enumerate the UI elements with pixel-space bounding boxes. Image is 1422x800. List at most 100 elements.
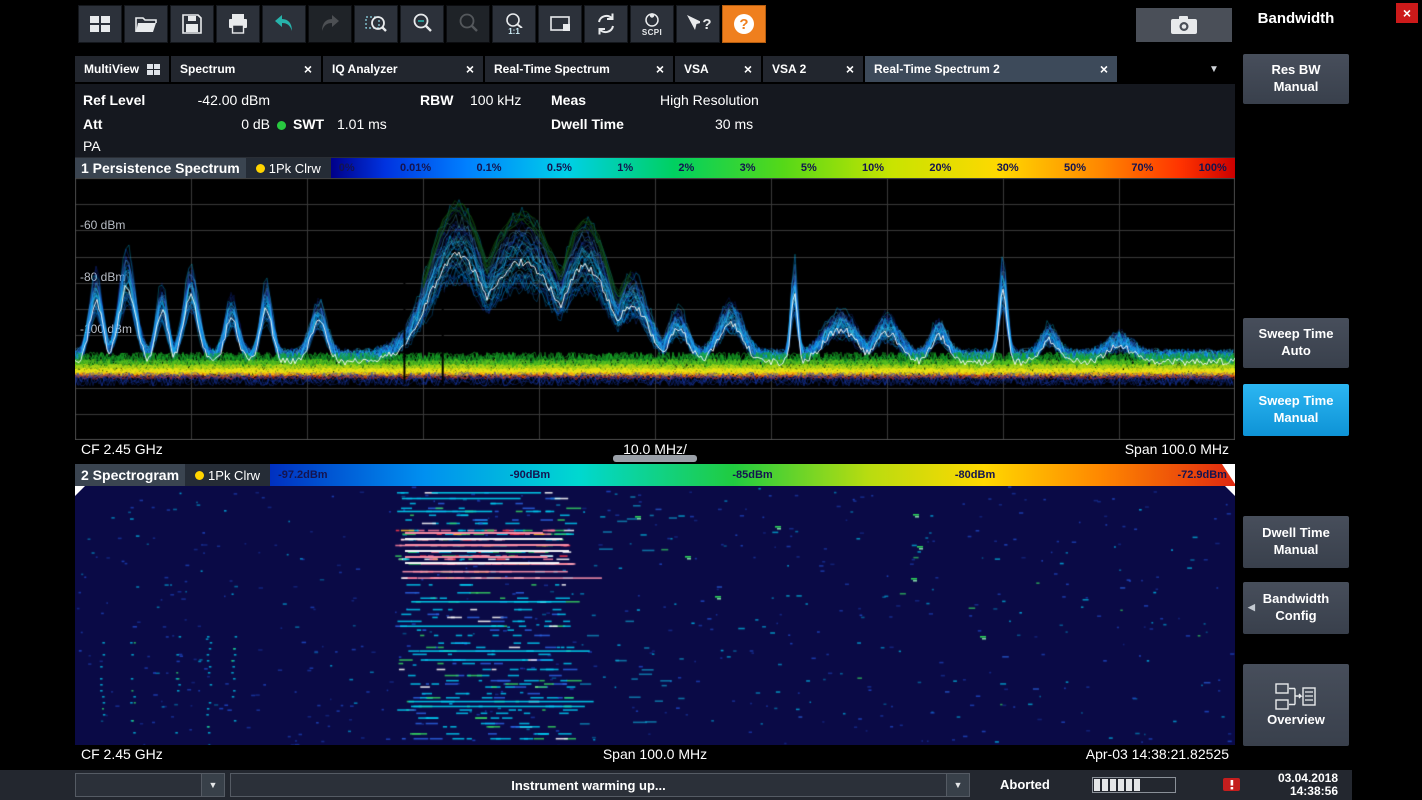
tab-close-icon[interactable]: × (460, 61, 474, 77)
overview-flow-icon (1274, 682, 1318, 712)
swt-label: SWT (293, 116, 324, 132)
att-label: Att (83, 116, 102, 132)
status-message-dropdown[interactable]: Instrument warming up... ▼ (230, 773, 970, 797)
tab-close-icon[interactable]: × (840, 61, 854, 77)
refresh-icon (593, 11, 619, 37)
scale-label: 0.01% (400, 162, 431, 174)
spectrogram-canvas[interactable] (75, 486, 1235, 745)
tab-real-time-spectrum-2[interactable]: Real-Time Spectrum 2 × (865, 56, 1117, 82)
close-app-button[interactable]: × (1396, 3, 1418, 23)
scale-label: -90dBm (510, 469, 550, 481)
tab-close-icon[interactable]: × (650, 61, 664, 77)
softkey-panel-title: Bandwidth (1240, 10, 1352, 27)
persistence-display[interactable]: -60 dBm -80 dBm -100 dBm (75, 178, 1235, 440)
focus-corner-marker (1225, 486, 1235, 496)
softkey-dwell-time-manual[interactable]: Dwell TimeManual (1243, 516, 1349, 568)
spectrogram-color-scale: -97.2dBm -90dBm -85dBm -80dBm -72.9dBm (270, 464, 1235, 486)
scale-label: 70% (1131, 162, 1153, 174)
meas-label: Meas (551, 92, 586, 108)
softkey-sweep-time-auto[interactable]: Sweep TimeAuto (1243, 318, 1349, 368)
status-source-dropdown[interactable]: ▼ (75, 773, 225, 797)
timestamp-readout: Apr-03 14:38:21.82525 (1086, 746, 1229, 762)
tab-close-icon[interactable]: × (298, 61, 312, 77)
persistence-footer: CF 2.45 GHz 10.0 MHz/ Span 100.0 MHz (75, 440, 1235, 460)
scale-label: 20% (929, 162, 951, 174)
print-icon (225, 11, 251, 37)
rbw-label: RBW (420, 92, 453, 108)
spectrogram-display[interactable] (75, 486, 1235, 745)
ref-level-value[interactable]: -42.00 dBm (170, 92, 270, 108)
tab-vsa-2[interactable]: VSA 2 × (763, 56, 863, 82)
att-value[interactable]: 0 dB (170, 116, 270, 132)
window-splitter-handle[interactable] (613, 455, 697, 462)
persistence-window-titlebar[interactable]: 1 Persistence Spectrum 1Pk Clrw 0% 0.01%… (75, 158, 1235, 178)
auto-indicator-icon (277, 121, 286, 130)
softkey-overview[interactable]: Overview (1243, 664, 1349, 746)
trace-1pk-clrw-chip[interactable]: 1Pk Clrw (185, 464, 270, 486)
context-help-button[interactable]: ? (676, 5, 720, 43)
meas-value[interactable]: High Resolution (660, 92, 759, 108)
config-arrow-icon: ◀ (1248, 602, 1255, 614)
tab-real-time-spectrum[interactable]: Real-Time Spectrum × (485, 56, 673, 82)
softkey-sweep-time-manual[interactable]: Sweep TimeManual (1243, 384, 1349, 436)
scale-label: 0% (339, 162, 355, 174)
help-button[interactable]: ? (722, 5, 766, 43)
print-button[interactable] (216, 5, 260, 43)
zoom-1to1-button[interactable]: 1:1 (492, 5, 536, 43)
scale-label: 10% (862, 162, 884, 174)
tab-spectrum[interactable]: Spectrum × (171, 56, 321, 82)
softkey-bandwidth-config[interactable]: ◀ BandwidthConfig (1243, 582, 1349, 634)
dwell-time-value[interactable]: 30 ms (715, 116, 753, 132)
zoom-select-button[interactable] (354, 5, 398, 43)
tab-overflow-dropdown[interactable]: ▼ (1198, 56, 1230, 82)
swt-value[interactable]: 1.01 ms (337, 116, 387, 132)
spectrogram-window-titlebar[interactable]: 2 Spectrogram 1Pk Clrw -97.2dBm -90dBm -… (75, 464, 1235, 486)
undo-button[interactable] (262, 5, 306, 43)
scale-label: -80dBm (955, 469, 995, 481)
color-scale-max-handle[interactable] (1222, 464, 1235, 484)
sweep-state-label: Aborted (1000, 777, 1050, 792)
sweep-progress-bar (1092, 777, 1176, 793)
softkey-res-bw-manual[interactable]: Res BWManual (1243, 54, 1349, 104)
system-error-icon[interactable] (1222, 776, 1242, 799)
multiview-grid-icon (147, 64, 160, 75)
open-file-icon (133, 11, 159, 37)
chevron-down-icon[interactable]: ▼ (946, 774, 969, 796)
zoom-off-button[interactable] (446, 5, 490, 43)
scale-label: 0.1% (476, 162, 501, 174)
scale-label: 50% (1064, 162, 1086, 174)
focus-corner-marker (75, 486, 85, 496)
zoom-ratio-label: 1:1 (508, 27, 520, 36)
save-button[interactable] (170, 5, 214, 43)
tab-close-icon[interactable]: × (738, 61, 752, 77)
select-area-button[interactable] (538, 5, 582, 43)
scpi-recorder-icon (641, 12, 663, 27)
rbw-value[interactable]: 100 kHz (470, 92, 521, 108)
refresh-button[interactable] (584, 5, 628, 43)
channel-tab-bar: MultiView Spectrum × IQ Analyzer × Real-… (75, 56, 1117, 82)
zoom-select-icon (363, 11, 389, 37)
scpi-label: SCPI (642, 28, 662, 37)
spectrogram-footer: CF 2.45 GHz Span 100.0 MHz Apr-03 14:38:… (75, 745, 1235, 765)
scale-label: 0.5% (547, 162, 572, 174)
camera-icon (1169, 14, 1199, 36)
screenshot-button[interactable] (1136, 8, 1232, 42)
scale-label: 2% (678, 162, 694, 174)
tab-vsa[interactable]: VSA × (675, 56, 761, 82)
zoom-button[interactable] (400, 5, 444, 43)
open-file-button[interactable] (124, 5, 168, 43)
windows-menu-button[interactable] (78, 5, 122, 43)
trace-dot-icon (256, 164, 265, 173)
scpi-recorder-button[interactable]: SCPI (630, 5, 674, 43)
tab-iq-analyzer[interactable]: IQ Analyzer × (323, 56, 483, 82)
scale-label: -97.2dBm (278, 469, 328, 481)
persistence-spectrum-canvas[interactable] (75, 178, 1235, 440)
windows-menu-icon (87, 11, 113, 37)
scale-label: 100% (1199, 162, 1227, 174)
measurement-header[interactable]: Ref Level -42.00 dBm RBW 100 kHz Meas Hi… (75, 84, 1235, 158)
chevron-down-icon[interactable]: ▼ (201, 774, 224, 796)
trace-1pk-clrw-chip[interactable]: 1Pk Clrw (246, 158, 331, 178)
redo-button[interactable] (308, 5, 352, 43)
tab-multiview[interactable]: MultiView (75, 56, 169, 82)
tab-close-icon[interactable]: × (1094, 61, 1108, 77)
